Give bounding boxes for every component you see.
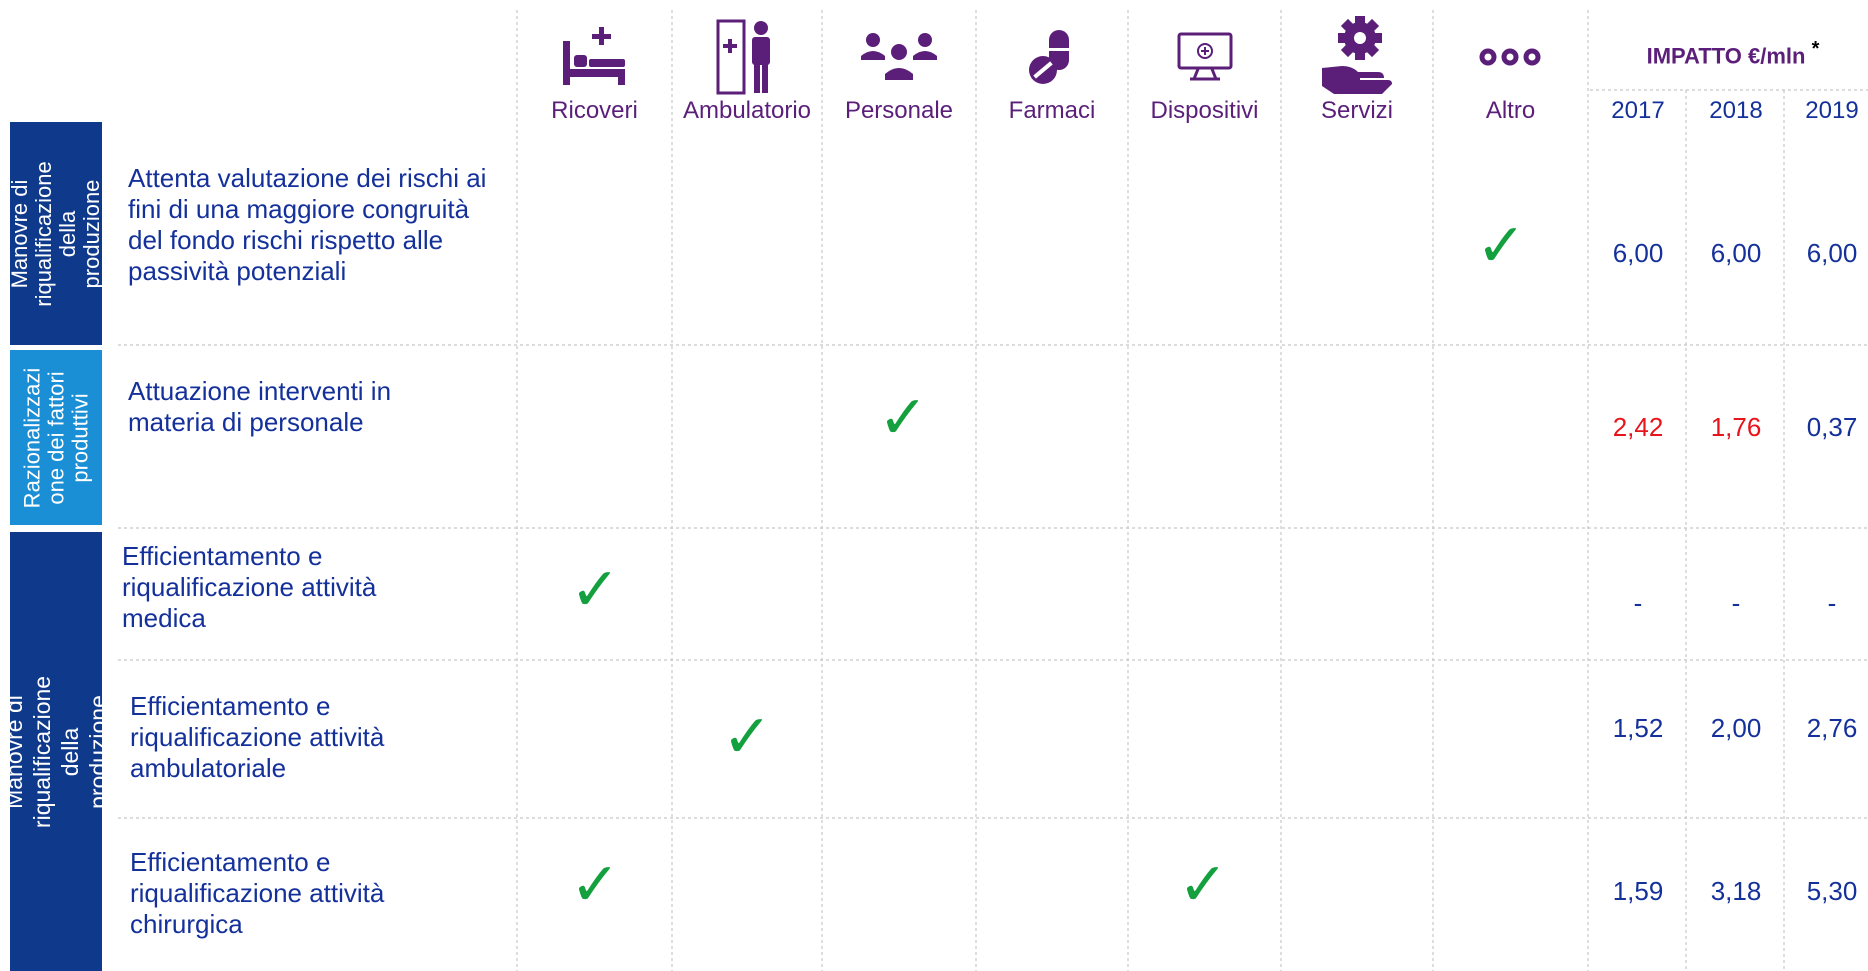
check-mark: ✓ — [570, 850, 621, 920]
table-grid — [118, 10, 1868, 971]
check-mark: ✓ — [1476, 211, 1527, 281]
pills-icon — [1000, 22, 1104, 92]
column-header-altro: Altro — [1485, 97, 1536, 124]
impact-value: 0,37 — [1806, 412, 1858, 442]
impact-value: - — [1827, 588, 1837, 618]
impact-value: 1,76 — [1710, 412, 1762, 442]
check-mark: ✓ — [1178, 850, 1229, 920]
section-label-riqualificazione-2: Manovre di riqualificazione della produz… — [10, 532, 102, 971]
impact-header: IMPATTO €/mln * — [1598, 38, 1868, 69]
staff-group-icon — [847, 22, 951, 92]
check-mark: ✓ — [570, 555, 621, 625]
impact-value: - — [1731, 588, 1741, 618]
row-label-medica: Efficientamento e riqualificazione attiv… — [122, 541, 377, 633]
impact-value: 3,18 — [1710, 876, 1762, 906]
row-label-chirurgica: Efficientamento e riqualificazione attiv… — [130, 847, 385, 939]
column-header-personale: Personale — [844, 97, 954, 124]
impact-value: 2,00 — [1710, 713, 1762, 743]
column-header-dispositivi: Dispositivi — [1150, 97, 1259, 124]
clinic-door-person-icon — [694, 19, 798, 95]
column-header-servizi: Servizi — [1320, 97, 1393, 124]
impact-value: 6,00 — [1806, 238, 1858, 268]
check-mark: ✓ — [878, 383, 929, 453]
impact-value: 2,76 — [1806, 713, 1858, 743]
check-mark: ✓ — [722, 702, 773, 772]
year-2017: 2017 — [1611, 97, 1665, 124]
impact-value: 1,59 — [1612, 876, 1664, 906]
impact-value: 5,30 — [1806, 876, 1858, 906]
impact-value: 6,00 — [1710, 238, 1762, 268]
monitor-device-icon — [1153, 22, 1257, 92]
row-label-rischi: Attenta valutazione dei rischi ai fini d… — [128, 163, 487, 286]
impact-value: 2,42 — [1612, 412, 1664, 442]
column-header-ambulatorio: Ambulatorio — [682, 97, 812, 124]
gear-hand-icon — [1305, 16, 1409, 94]
impact-asterisk: * — [1811, 38, 1820, 60]
impact-value: - — [1633, 588, 1643, 618]
column-header-ricoveri: Ricoveri — [551, 97, 638, 124]
section-label-razionalizzazione: Razionalizzazi one dei fattori produttiv… — [10, 350, 102, 525]
impact-value: 6,00 — [1612, 238, 1664, 268]
section-label-riqualificazione-1: Manovre di riqualificazione della produz… — [10, 122, 102, 345]
row-label-ambulatoriale: Efficientamento e riqualificazione attiv… — [130, 691, 385, 783]
three-dots-icon — [1458, 22, 1562, 92]
row-label-personale: Attuazione interventi in materia di pers… — [128, 376, 392, 437]
year-2018: 2018 — [1709, 97, 1763, 124]
hospital-bed-icon — [542, 22, 646, 92]
year-2019: 2019 — [1805, 97, 1859, 124]
impact-value: 1,52 — [1612, 713, 1664, 743]
column-header-farmaci: Farmaci — [1008, 97, 1096, 124]
impact-title: IMPATTO €/mln — [1646, 43, 1806, 69]
